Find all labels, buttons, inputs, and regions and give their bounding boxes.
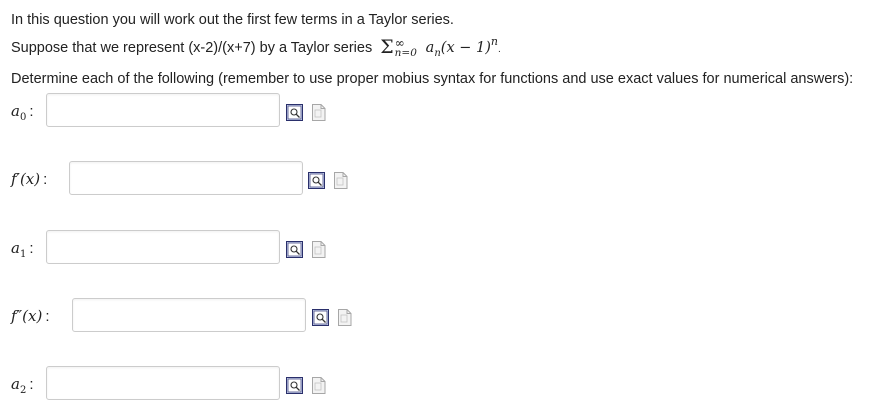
label-main: a xyxy=(11,239,20,257)
field-row-a2: a2: xyxy=(11,366,34,402)
label-sub: 2 xyxy=(19,385,27,396)
page-help-icon[interactable] xyxy=(310,241,327,258)
label-colon: : xyxy=(29,240,34,257)
field-row-a1: a1: xyxy=(11,230,34,266)
field-label-a1: a1: xyxy=(11,239,34,260)
sum-limits: ∞ n=0 xyxy=(394,36,426,59)
series-statement: Suppose that we represent (x-2)/(x+7) by… xyxy=(11,35,501,59)
answer-input-fprime[interactable] xyxy=(69,161,303,195)
suppose-text: Suppose that we represent (x-2)/(x+7) by… xyxy=(11,40,373,56)
page-help-icon[interactable] xyxy=(310,377,327,394)
field-label-fprime: f′(x): xyxy=(11,170,47,188)
label-colon: : xyxy=(45,308,50,325)
equation-preview-icon[interactable] xyxy=(308,172,325,189)
equation-preview-icon[interactable] xyxy=(286,104,303,121)
intro-text: In this question you will work out the f… xyxy=(11,12,454,28)
label-colon: : xyxy=(43,171,48,188)
label-sub: 1 xyxy=(19,249,27,260)
label-main: a xyxy=(11,375,20,393)
label-main: f′(x) xyxy=(11,170,41,188)
field-label-fdoubleprime: f″(x): xyxy=(11,307,50,325)
series-formula: Σ ∞ n=0 an(x − 1)n. xyxy=(380,35,501,59)
answer-input-a2[interactable] xyxy=(46,366,280,400)
equation-preview-icon[interactable] xyxy=(286,241,303,258)
field-row-a0: a0: xyxy=(11,93,34,129)
field-row-fprime: f′(x): xyxy=(11,161,47,197)
field-label-a0: a0: xyxy=(11,102,34,123)
answer-input-fdoubleprime[interactable] xyxy=(72,298,306,332)
answer-input-a0[interactable] xyxy=(46,93,280,127)
term-sub: n xyxy=(434,48,441,59)
answer-input-a1[interactable] xyxy=(46,230,280,264)
field-row-fdoubleprime: f″(x): xyxy=(11,298,50,334)
label-colon: : xyxy=(29,376,34,393)
sum-symbol: Σ xyxy=(380,36,394,58)
label-main: a xyxy=(11,102,20,120)
label-main: f″(x) xyxy=(11,307,43,325)
page-help-icon[interactable] xyxy=(310,104,327,121)
equation-preview-icon[interactable] xyxy=(312,309,329,326)
instruction-text: Determine each of the following (remembe… xyxy=(11,71,854,87)
page-help-icon[interactable] xyxy=(336,309,353,326)
term-exp: n xyxy=(490,35,498,48)
field-label-a2: a2: xyxy=(11,375,34,396)
period: . xyxy=(497,44,501,55)
page-help-icon[interactable] xyxy=(332,172,349,189)
term-mid: (x − 1) xyxy=(440,40,491,56)
sum-lower: n=0 xyxy=(394,47,417,59)
label-sub: 0 xyxy=(19,112,27,123)
equation-preview-icon[interactable] xyxy=(286,377,303,394)
label-colon: : xyxy=(29,103,34,120)
